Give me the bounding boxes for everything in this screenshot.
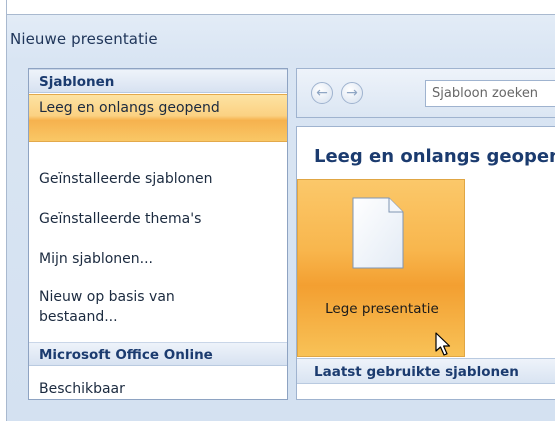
section-header-office-online: Microsoft Office Online: [29, 342, 287, 366]
blank-presentation-tile[interactable]: Lege presentatie: [297, 179, 465, 357]
window-left-edge: [0, 0, 7, 421]
arrow-left-icon: ←: [316, 85, 328, 101]
content-heading: Leeg en onlangs geopend: [314, 146, 555, 167]
sidebar-item-my-templates[interactable]: Mijn sjablonen...: [29, 249, 287, 269]
section-header-templates: Sjablonen: [29, 69, 287, 93]
template-search-input[interactable]: Sjabloon zoeken: [425, 80, 555, 107]
arrow-right-icon: →: [346, 85, 358, 101]
window-top-edge: [0, 0, 555, 15]
back-button[interactable]: ←: [311, 82, 333, 104]
template-category-pane: Sjablonen Leeg en onlangs geopend Geïnst…: [28, 68, 288, 400]
forward-button[interactable]: →: [341, 82, 363, 104]
navigation-toolbar: ← → Sjabloon zoeken: [296, 68, 555, 118]
template-content-pane: Leeg en onlangs geopend Lege presentatie…: [296, 126, 555, 400]
recent-templates-header: Laatst gebruikte sjablonen: [297, 358, 555, 384]
blank-document-icon: [352, 197, 404, 269]
dialog-title: Nieuwe presentatie: [10, 30, 158, 48]
sidebar-item-new-from-existing[interactable]: Nieuw op basis van bestaand...: [29, 287, 219, 327]
sidebar-item-installed-templates[interactable]: Geïnstalleerde sjablonen: [29, 169, 287, 189]
sidebar-item-installed-themes[interactable]: Geïnstalleerde thema's: [29, 209, 287, 229]
mouse-cursor-icon: [435, 332, 451, 356]
sidebar-item-available[interactable]: Beschikbaar: [29, 379, 287, 399]
tile-label: Lege presentatie: [325, 301, 439, 317]
dialog-window: Nieuwe presentatie Sjablonen Leeg en onl…: [0, 0, 555, 421]
sidebar-item-blank-and-recent[interactable]: Leeg en onlangs geopend: [29, 94, 287, 142]
